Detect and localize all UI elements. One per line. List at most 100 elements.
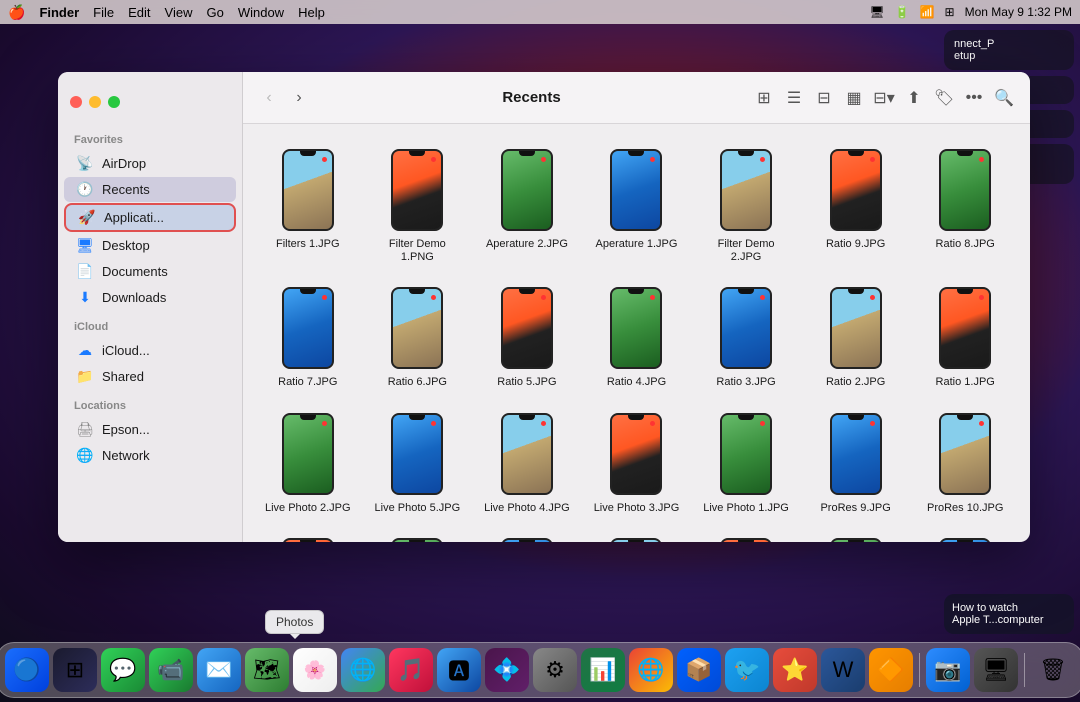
card1-line2: etup — [954, 50, 1064, 62]
back-button[interactable]: ‹ — [255, 84, 283, 112]
forward-button[interactable]: › — [285, 84, 313, 112]
file-item[interactable]: Ratio 5.JPG — [474, 278, 580, 395]
controlcenter-icon[interactable]: ⊞ — [945, 5, 955, 19]
file-thumbnail — [489, 535, 565, 542]
sidebar-item-documents[interactable]: 📄 Documents — [64, 259, 236, 284]
tag-button[interactable]: 🏷 — [930, 84, 958, 112]
dock-item-word[interactable]: W — [821, 648, 865, 692]
list-view-button[interactable]: ☰ — [780, 84, 808, 112]
apple-menu[interactable]: 🍎 — [8, 4, 25, 21]
menubar-edit[interactable]: Edit — [128, 5, 150, 20]
file-item[interactable]: Filter Demo 1.PNG — [365, 140, 471, 270]
gallery-view-button[interactable]: ▦ — [840, 84, 868, 112]
file-item[interactable]: Live Photo 1.JPG — [693, 404, 799, 521]
dock-item-dropbox[interactable]: 📦 — [677, 648, 721, 692]
file-item[interactable]: Ratio 8.JPG — [912, 140, 1018, 270]
dock-item-slack[interactable]: 💠 — [485, 648, 529, 692]
sidebar-icloud-label: iCloud — [58, 311, 242, 337]
file-item[interactable]: Ratio 2.JPG — [803, 278, 909, 395]
column-view-button[interactable]: ⊟ — [810, 84, 838, 112]
dock-item-excel[interactable]: 📊 — [581, 648, 625, 692]
file-item[interactable]: Ratio 1.JPG — [912, 278, 1018, 395]
more-button[interactable]: ••• — [960, 84, 988, 112]
maximize-button[interactable] — [108, 96, 120, 108]
file-item[interactable]: Ratio 7.JPG — [255, 278, 361, 395]
sidebar-item-epson[interactable]: 🖨 Epson... — [64, 417, 236, 442]
dock-item-facetime[interactable]: 📹 — [149, 648, 193, 692]
sidebar-item-recents[interactable]: 🕐 Recents — [64, 177, 236, 202]
dock-item-chrome[interactable]: 🌐 — [341, 648, 385, 692]
file-item[interactable]: Live Photo 2.JPG — [255, 404, 361, 521]
groupby-button[interactable]: ⊟▾ — [870, 84, 898, 112]
file-item[interactable]: Aperature 2.JPG — [474, 140, 580, 270]
menubar-view[interactable]: View — [165, 5, 193, 20]
search-button[interactable]: 🔍 — [990, 84, 1018, 112]
sidebar-locations-label: Locations — [58, 390, 242, 416]
file-thumbnail — [379, 284, 455, 372]
monitor-icon[interactable]: 🖥 — [869, 5, 884, 19]
dock-item-settings[interactable]: ⚙ — [533, 648, 577, 692]
menubar-app-name[interactable]: Finder — [39, 5, 79, 20]
sidebar-item-shared[interactable]: 📁 Shared — [64, 364, 236, 389]
dock-item-photos[interactable]: 🌸 — [293, 648, 337, 692]
dock-item-zoom[interactable]: 📷 — [926, 648, 970, 692]
minimize-button[interactable] — [89, 96, 101, 108]
file-thumbnail — [379, 535, 455, 542]
file-item[interactable]: Aperature 1.JPG — [584, 140, 690, 270]
network-icon: 🌐 — [76, 447, 94, 464]
file-item[interactable]: ProRes 8.JPG — [255, 529, 361, 542]
dock-item-chrome2[interactable]: 🌐 — [629, 648, 673, 692]
sidebar-item-downloads[interactable]: ⬇ Downloads — [64, 285, 236, 310]
file-item[interactable]: Live Photo 3.JPG — [584, 404, 690, 521]
dock-item-trash[interactable]: 🗑 — [1031, 648, 1075, 692]
menubar-help[interactable]: Help — [298, 5, 325, 20]
file-item[interactable]: Live Photo 4.JPG — [474, 404, 580, 521]
file-thumbnail — [489, 284, 565, 372]
downloads-icon: ⬇ — [76, 289, 94, 306]
file-item[interactable]: Filter Demo 2.JPG — [693, 140, 799, 270]
dock-item-finder[interactable]: 🔵 — [5, 648, 49, 692]
dock-item-airserver[interactable]: 🖥 — [974, 648, 1018, 692]
dock-item-messages[interactable]: 💬 — [101, 648, 145, 692]
file-item[interactable]: ProRes 10.JPG — [912, 404, 1018, 521]
menubar-go[interactable]: Go — [206, 5, 223, 20]
sidebar-item-airdrop[interactable]: 📡 AirDrop — [64, 151, 236, 176]
menubar-window[interactable]: Window — [238, 5, 284, 20]
file-item[interactable]: Live Photo 5.JPG — [365, 404, 471, 521]
file-item[interactable]: ProRes 6.JPG — [474, 529, 580, 542]
battery-icon[interactable]: 🔋 — [895, 5, 910, 19]
file-item[interactable]: Ratio 6.JPG — [365, 278, 471, 395]
finder-content: ‹ › Recents ⊞ ☰ ⊟ ▦ ⊟▾ ⬆ 🏷 ••• 🔍 Filters… — [243, 72, 1030, 542]
dock-item-music[interactable]: 🎵 — [389, 648, 433, 692]
file-item[interactable]: Filters 1.JPG — [255, 140, 361, 270]
file-item[interactable]: Ratio 3.JPG — [693, 278, 799, 395]
file-item[interactable]: ProRes 9.JPG — [803, 404, 909, 521]
dock-item-launchpad[interactable]: ⊞ — [53, 648, 97, 692]
icon-view-button[interactable]: ⊞ — [750, 84, 778, 112]
share-button[interactable]: ⬆ — [900, 84, 928, 112]
file-item[interactable]: ProRes 2.JPG — [912, 529, 1018, 542]
sidebar-item-network[interactable]: 🌐 Network — [64, 443, 236, 468]
dock-item-app1[interactable]: 🔶 — [869, 648, 913, 692]
menubar-file[interactable]: File — [93, 5, 114, 20]
close-button[interactable] — [70, 96, 82, 108]
dock-separator — [919, 653, 920, 687]
file-item[interactable]: ProRes 5.JPG — [584, 529, 690, 542]
file-item[interactable]: Ratio 9.JPG — [803, 140, 909, 270]
desktop-icon: 🖥 — [76, 237, 94, 254]
wifi-icon[interactable]: 📶 — [920, 5, 935, 19]
file-name: Ratio 5.JPG — [497, 376, 556, 389]
sidebar-item-applications[interactable]: 🚀 Applicati... — [64, 203, 236, 232]
file-item[interactable]: ProRes 3.JPG — [803, 529, 909, 542]
file-thumbnail — [270, 410, 346, 498]
dock-item-twitter[interactable]: 🐦 — [725, 648, 769, 692]
sidebar-item-icloud[interactable]: ☁ iCloud... — [64, 338, 236, 363]
file-item[interactable]: ProRes 7.JPG — [365, 529, 471, 542]
dock-item-appstore[interactable]: 🅰 — [437, 648, 481, 692]
file-item[interactable]: ProRes 4.JPG — [693, 529, 799, 542]
dock-item-reeder[interactable]: ⭐ — [773, 648, 817, 692]
dock-item-maps[interactable]: 🗺 — [245, 648, 289, 692]
file-item[interactable]: Ratio 4.JPG — [584, 278, 690, 395]
sidebar-item-desktop[interactable]: 🖥 Desktop — [64, 233, 236, 258]
dock-item-mail[interactable]: ✉️ — [197, 648, 241, 692]
